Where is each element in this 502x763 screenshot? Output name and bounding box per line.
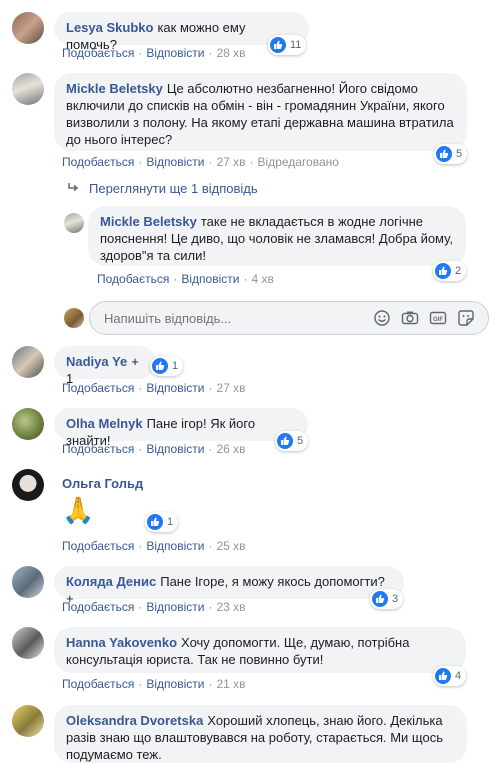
reaction-count[interactable]: 11 — [268, 35, 307, 55]
reaction-number: 1 — [172, 360, 179, 372]
avatar[interactable] — [12, 12, 44, 44]
like-link[interactable]: Подобається — [62, 46, 134, 60]
reaction-number: 2 — [455, 265, 462, 277]
reply-link[interactable]: Відповісти — [146, 677, 204, 691]
reaction-count[interactable]: 5 — [434, 144, 468, 164]
comment-author[interactable]: Lesya Skubko — [66, 20, 153, 35]
avatar[interactable] — [12, 705, 44, 737]
like-icon — [436, 146, 452, 162]
reply-link[interactable]: Відповісти — [146, 155, 204, 169]
like-icon — [270, 37, 286, 53]
reaction-number: 4 — [455, 670, 462, 682]
comment-author[interactable]: Mickle Beletsky — [100, 214, 197, 229]
avatar[interactable] — [64, 213, 84, 233]
comment-bubble: Nadiya Ye + 1 — [54, 346, 156, 386]
current-user-avatar — [64, 308, 84, 328]
reaction-count[interactable]: 2 — [433, 261, 467, 281]
like-link[interactable]: Подобається — [62, 677, 134, 691]
like-link[interactable]: Подобається — [62, 155, 134, 169]
comment-bubble: Mickle Beletsky Це абсолютно незбагненно!… — [54, 73, 467, 151]
comment-actions: Подобається · Відповісти · 25 хв — [62, 539, 246, 553]
timestamp[interactable]: 25 хв — [216, 539, 245, 553]
reaction-number: 5 — [456, 148, 463, 160]
avatar[interactable] — [12, 627, 44, 659]
reply-input-box[interactable]: GIF — [89, 301, 489, 335]
comment-author[interactable]: Oleksandra Dvoretska — [66, 713, 203, 728]
reply-link[interactable]: Відповісти — [146, 600, 204, 614]
timestamp[interactable]: 27 хв — [216, 155, 245, 169]
camera-icon[interactable] — [401, 309, 419, 327]
sticker-icon[interactable] — [457, 309, 475, 327]
reaction-number: 3 — [392, 593, 399, 605]
comment-actions: Подобається · Відповісти · 27 хв · Відредагова… — [62, 155, 339, 169]
gif-icon[interactable]: GIF — [429, 309, 447, 327]
reaction-count[interactable]: 3 — [370, 589, 404, 609]
timestamp[interactable]: 26 хв — [216, 442, 245, 456]
reaction-number: 11 — [290, 39, 302, 51]
like-link[interactable]: Подобається — [62, 600, 134, 614]
comment-actions: Подобається · Відповісти · 23 хв — [62, 600, 246, 614]
comment-actions: Подобається · Відповісти · 4 хв — [97, 272, 274, 286]
comment-author[interactable]: Ольга Гольд — [62, 476, 143, 491]
avatar[interactable] — [12, 346, 44, 378]
comment-author[interactable]: Olha Melnyk — [66, 416, 143, 431]
timestamp[interactable]: 28 хв — [216, 46, 245, 60]
timestamp[interactable]: 23 хв — [216, 600, 245, 614]
comment-author[interactable]: Nadiya Ye — [66, 354, 127, 369]
timestamp[interactable]: 27 хв — [216, 381, 245, 395]
avatar[interactable] — [12, 566, 44, 598]
like-icon — [372, 591, 388, 607]
reply-link[interactable]: Відповісти — [181, 272, 239, 286]
comment-author[interactable]: Коляда Денис — [66, 574, 156, 589]
like-link[interactable]: Подобається — [62, 381, 134, 395]
reply-link[interactable]: Відповісти — [146, 46, 204, 60]
comment-author[interactable]: Mickle Beletsky — [66, 81, 163, 96]
reaction-number: 5 — [297, 435, 304, 447]
reaction-count[interactable]: 4 — [433, 666, 467, 686]
comment-actions: Подобається · Відповісти · 21 хв — [62, 677, 246, 691]
reply-input[interactable] — [102, 310, 356, 327]
view-more-replies[interactable]: Переглянути ще 1 відповідь — [67, 181, 258, 196]
comment-actions: Подобається · Відповісти · 26 хв — [62, 442, 246, 456]
like-link[interactable]: Подобається — [97, 272, 169, 286]
comment-actions: Подобається · Відповісти · 27 хв — [62, 381, 246, 395]
reply-link[interactable]: Відповісти — [146, 539, 204, 553]
comment-actions: Подобається · Відповісти · 28 хв — [62, 46, 246, 60]
reaction-count[interactable]: 1 — [145, 512, 179, 532]
svg-text:GIF: GIF — [433, 317, 443, 323]
like-icon — [277, 433, 293, 449]
avatar[interactable] — [12, 408, 44, 440]
avatar[interactable] — [12, 73, 44, 105]
like-icon — [435, 668, 451, 684]
timestamp[interactable]: 21 хв — [216, 677, 245, 691]
timestamp[interactable]: 4 хв — [251, 272, 273, 286]
like-link[interactable]: Подобається — [62, 442, 134, 456]
like-icon — [435, 263, 451, 279]
reply-link[interactable]: Відповісти — [146, 442, 204, 456]
comment-bubble: Коляда Денис Пане Ігоре, я можу якось доп… — [54, 566, 404, 606]
like-icon — [152, 358, 168, 374]
like-icon — [147, 514, 163, 530]
reaction-count[interactable]: 1 — [150, 356, 184, 376]
comment-bubble: Mickle Beletsky таке не вкладається в жод… — [88, 206, 466, 266]
comment-bubble: Hanna Yakovenko Хочу допомогти. Ще, думаю… — [54, 627, 466, 673]
like-link[interactable]: Подобається — [62, 539, 134, 553]
comment-bubble: Oleksandra Dvoretska Хороший хлопець, зна… — [54, 705, 467, 763]
pray-emoji: 🙏 — [62, 495, 95, 525]
avatar[interactable] — [12, 469, 44, 501]
view-more-replies-label: Переглянути ще 1 відповідь — [89, 181, 258, 196]
comment-bubble: Olha Melnyk Пане ігор! Як його знайти! — [54, 408, 308, 448]
emoji-icon[interactable] — [373, 309, 391, 327]
comment-author[interactable]: Hanna Yakovenko — [66, 635, 177, 650]
reaction-count[interactable]: 5 — [275, 431, 309, 451]
reaction-number: 1 — [167, 516, 174, 528]
reply-arrow-icon — [67, 181, 79, 196]
reply-link[interactable]: Відповісти — [146, 381, 204, 395]
edited-label: Відредаговано — [257, 155, 339, 169]
